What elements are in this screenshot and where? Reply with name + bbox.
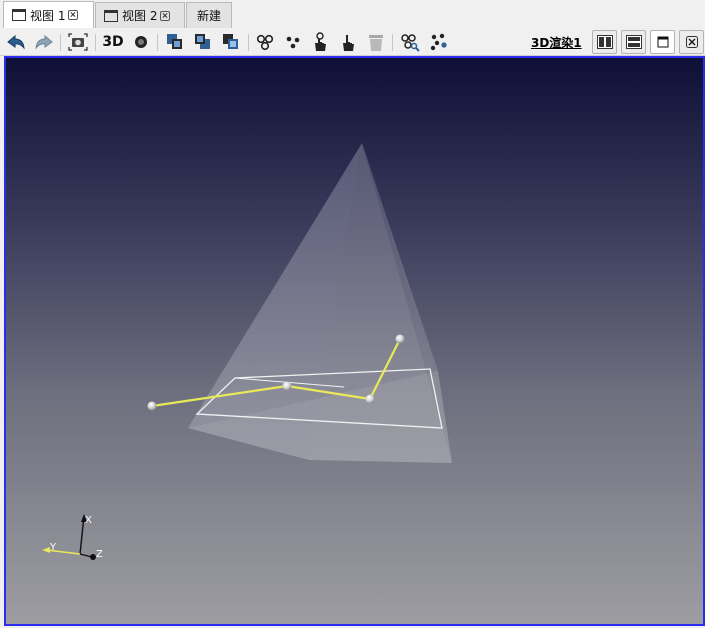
layer-stack-icon[interactable] [220, 31, 242, 53]
render-label[interactable]: 3D渲染1 [531, 34, 582, 51]
tab-view-2[interactable]: 视图 2 [95, 2, 185, 28]
tab-view-1[interactable]: 视图 1 [3, 1, 94, 28]
control-point[interactable] [147, 401, 157, 411]
redo-icon[interactable] [33, 31, 55, 53]
tab-label: 视图 1 [30, 8, 66, 23]
connect-points-icon[interactable] [254, 31, 276, 53]
3d-scene[interactable]: X Y Z [6, 58, 703, 624]
sphere-icon[interactable] [130, 31, 152, 53]
tab-new[interactable]: 新建 [186, 2, 232, 28]
y-axis-arrow [42, 547, 50, 553]
control-point[interactable] [365, 394, 375, 404]
split-vertical-icon[interactable] [592, 30, 617, 54]
close-icon[interactable] [160, 10, 171, 21]
control-point[interactable] [395, 334, 405, 344]
toolbar: 3D 3D渲染1 [0, 28, 705, 56]
scatter-points-icon[interactable] [428, 31, 450, 53]
tab-bar: 视图 1 视图 2 新建 [0, 0, 705, 28]
undo-icon[interactable] [5, 31, 27, 53]
axes-triad: X Y Z [42, 514, 103, 560]
tab-label: 视图 2 [122, 9, 158, 23]
hand-pointer-icon[interactable] [337, 31, 359, 53]
trash-icon[interactable] [365, 31, 387, 53]
split-horizontal-icon[interactable] [621, 30, 646, 54]
close-icon[interactable] [68, 10, 79, 20]
control-point[interactable] [282, 381, 292, 391]
layer-front-icon[interactable] [164, 31, 186, 53]
hand-pick-icon[interactable] [309, 31, 331, 53]
tab-label: 新建 [196, 9, 221, 23]
close-view-icon[interactable] [679, 30, 704, 54]
window-icon [12, 9, 26, 21]
points-icon[interactable] [282, 31, 304, 53]
z-axis-label: Z [96, 549, 103, 560]
layer-back-icon[interactable] [192, 31, 214, 53]
app-window: 视图 1 视图 2 新建 3D 3D渲染1 X Y Z [0, 0, 705, 628]
3d-viewport[interactable]: X Y Z [4, 56, 705, 626]
maximize-icon[interactable] [650, 30, 675, 54]
window-icon [104, 9, 118, 22]
3d-label: 3D [102, 34, 124, 50]
search-points-icon[interactable] [399, 31, 421, 53]
pyramid [188, 143, 452, 463]
y-axis-label: Y [49, 542, 57, 553]
x-axis-label: X [85, 515, 92, 526]
screenshot-icon[interactable] [67, 31, 89, 53]
3d-icon[interactable]: 3D [101, 31, 125, 53]
